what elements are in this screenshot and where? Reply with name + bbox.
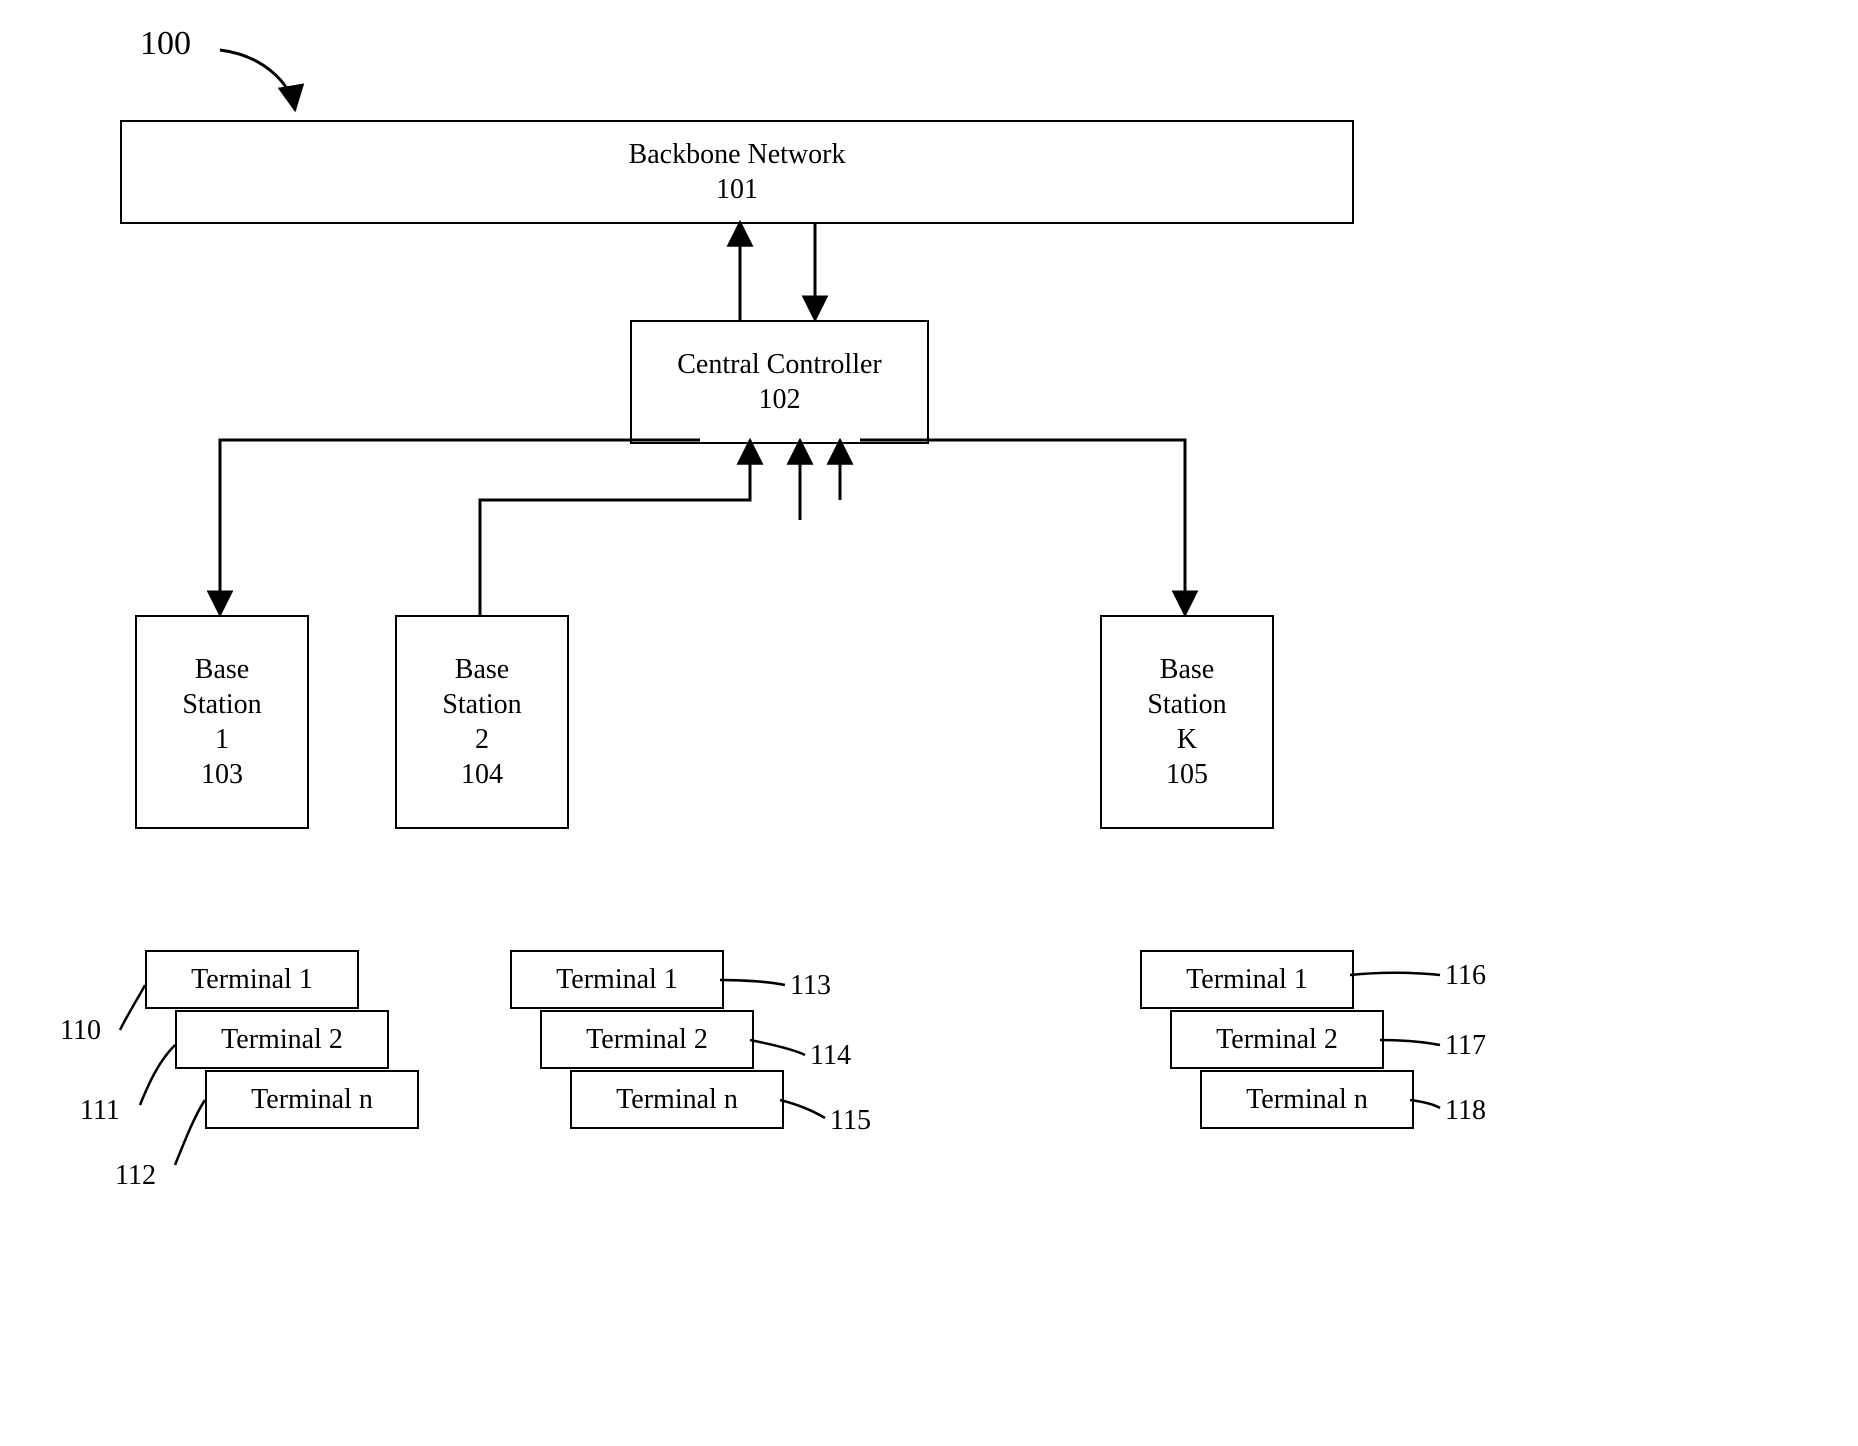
bs2-num: 2 [475, 722, 489, 757]
g3-tn-label: Terminal n [1246, 1082, 1368, 1117]
bs2-title-line2: Station [442, 687, 521, 722]
g3-ref-n: 118 [1445, 1095, 1486, 1127]
backbone-title: Backbone Network [629, 137, 846, 172]
g2-t2-label: Terminal 2 [586, 1022, 708, 1057]
g3-t1-label: Terminal 1 [1186, 962, 1308, 997]
backbone-ref: 101 [716, 172, 758, 207]
g1-t1-label: Terminal 1 [191, 962, 313, 997]
g1-terminal-1-box: Terminal 1 [145, 950, 359, 1009]
g3-ref-1: 116 [1445, 960, 1486, 992]
base-station-1-box: Base Station 1 103 [135, 615, 309, 829]
bs1-ref: 103 [201, 757, 243, 792]
g2-ref-n: 115 [830, 1105, 871, 1137]
bs2-title-line1: Base [455, 652, 509, 687]
g2-ref-1: 113 [790, 970, 831, 1002]
g3-t2-label: Terminal 2 [1216, 1022, 1338, 1057]
bs1-title-line2: Station [182, 687, 261, 722]
g1-ref-1: 110 [60, 1015, 101, 1047]
g2-tn-label: Terminal n [616, 1082, 738, 1117]
g1-ref-n: 112 [115, 1160, 156, 1192]
g1-terminal-n-box: Terminal n [205, 1070, 419, 1129]
bs1-num: 1 [215, 722, 229, 757]
base-station-2-box: Base Station 2 104 [395, 615, 569, 829]
controller-ref: 102 [759, 382, 801, 417]
bs1-title-line1: Base [195, 652, 249, 687]
diagram-canvas: 100 Backbone Network 101 Central Control… [0, 0, 1858, 1446]
controller-title: Central Controller [677, 347, 882, 382]
g3-terminal-1-box: Terminal 1 [1140, 950, 1354, 1009]
g2-t1-label: Terminal 1 [556, 962, 678, 997]
bsk-title-line2: Station [1147, 687, 1226, 722]
g1-tn-label: Terminal n [251, 1082, 373, 1117]
g1-t2-label: Terminal 2 [221, 1022, 343, 1057]
bsk-num: K [1177, 722, 1197, 757]
g2-terminal-n-box: Terminal n [570, 1070, 784, 1129]
g1-ref-2: 111 [80, 1095, 120, 1127]
bsk-ref: 105 [1166, 757, 1208, 792]
central-controller-box: Central Controller 102 [630, 320, 929, 444]
bs2-ref: 104 [461, 757, 503, 792]
bsk-title-line1: Base [1160, 652, 1214, 687]
g3-terminal-n-box: Terminal n [1200, 1070, 1414, 1129]
system-ref-label: 100 [140, 25, 191, 63]
g2-ref-2: 114 [810, 1040, 851, 1072]
g3-ref-2: 117 [1445, 1030, 1486, 1062]
backbone-network-box: Backbone Network 101 [120, 120, 1354, 224]
g3-terminal-2-box: Terminal 2 [1170, 1010, 1384, 1069]
g2-terminal-1-box: Terminal 1 [510, 950, 724, 1009]
g2-terminal-2-box: Terminal 2 [540, 1010, 754, 1069]
g1-terminal-2-box: Terminal 2 [175, 1010, 389, 1069]
base-station-k-box: Base Station K 105 [1100, 615, 1274, 829]
